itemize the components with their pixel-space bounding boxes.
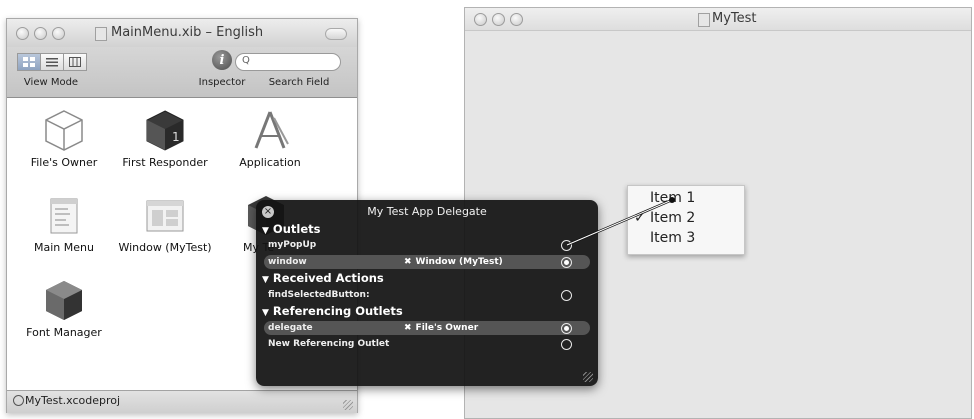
connection-endpoint-icon <box>669 197 675 203</box>
connection-line <box>566 197 675 247</box>
